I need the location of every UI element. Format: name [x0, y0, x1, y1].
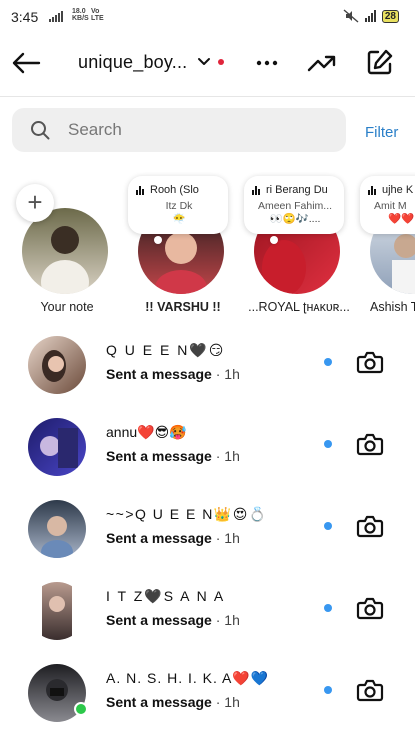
chat-status: Sent a message · 1h	[106, 612, 240, 628]
online-status-dot	[74, 702, 88, 716]
note-ashish[interactable]: ujhe K Amit M ❤️❤️ Ashish T	[360, 172, 415, 322]
note-bubble[interactable]: ri Berang Du Ameen Fahim... 👀🙄🎶....	[244, 176, 344, 234]
avatar[interactable]	[28, 582, 86, 640]
search-bar[interactable]	[12, 108, 346, 152]
avatar[interactable]	[28, 500, 86, 558]
note-emoji: ❤️❤️	[388, 213, 415, 225]
avatar[interactable]	[28, 418, 86, 476]
note-emoji: 👀🙄🎶....	[269, 213, 321, 225]
note-royal[interactable]: ri Berang Du Ameen Fahim... 👀🙄🎶.... ...R…	[244, 172, 354, 322]
chat-status: Sent a message · 1h	[106, 448, 240, 464]
camera-icon[interactable]	[356, 594, 384, 622]
cell-signal-icon	[364, 10, 376, 22]
unread-dot	[324, 440, 332, 448]
chat-row[interactable]: Q U E E N🖤😏 Sent a message · 1h	[0, 332, 415, 404]
chat-name: annu❤️😎🥵	[106, 424, 187, 440]
volte-indicator: Vo LTE	[91, 8, 104, 22]
bubble-tail	[270, 236, 278, 244]
status-bar: 3:45 18.0 KB/S Vo LTE 28	[0, 0, 415, 34]
camera-icon[interactable]	[356, 676, 384, 704]
chat-name: A. N. S. H. I. K. A❤️💙	[106, 670, 270, 686]
camera-icon[interactable]	[356, 512, 384, 540]
plus-icon: +	[27, 187, 43, 217]
note-label: Ashish T	[370, 300, 415, 314]
note-song-artist: Itz Dk	[165, 200, 193, 212]
header-divider	[0, 96, 415, 97]
note-label: !! VARSHU !!	[145, 300, 221, 314]
notes-row: Your note Rooh (Slo Itz Dk 😶‍🌫️ !! VARSH…	[0, 172, 415, 322]
note-bubble[interactable]: Rooh (Slo Itz Dk 😶‍🌫️	[128, 176, 228, 234]
bubble-tail	[154, 236, 162, 244]
search-icon	[31, 121, 50, 140]
note-bubble[interactable]: ujhe K Amit M ❤️❤️	[360, 176, 415, 234]
note-emoji: 😶‍🌫️	[172, 213, 186, 225]
chat-status: Sent a message · 1h	[106, 366, 240, 382]
chat-row[interactable]: A. N. S. H. I. K. A❤️💙 Sent a message · …	[0, 660, 415, 732]
note-song-title: ri Berang Du	[266, 184, 328, 196]
unread-dot	[324, 604, 332, 612]
trending-up-icon[interactable]	[306, 48, 338, 78]
unread-dot	[324, 686, 332, 694]
chat-row[interactable]: annu❤️😎🥵 Sent a message · 1h	[0, 414, 415, 486]
compose-icon[interactable]	[364, 46, 396, 78]
note-label: Your note	[40, 300, 94, 314]
signal-icon	[49, 10, 63, 22]
chat-row[interactable]: I T Z🖤S A N A Sent a message · 1h	[0, 578, 415, 650]
music-bars-icon	[252, 185, 260, 195]
avatar-image	[28, 336, 86, 394]
search-input[interactable]	[68, 108, 338, 152]
battery-icon: 28	[381, 9, 399, 23]
avatar-image	[28, 500, 86, 558]
music-bars-icon	[368, 185, 376, 195]
note-song-title: Rooh (Slo	[150, 184, 199, 196]
chat-status: Sent a message · 1h	[106, 530, 240, 546]
chat-status: Sent a message · 1h	[106, 694, 240, 710]
chat-row[interactable]: ~~>Q U E E N👑😍💍 Sent a message · 1h	[0, 496, 415, 568]
note-song-title: ujhe K	[382, 184, 414, 196]
add-note-button[interactable]: +	[16, 184, 54, 222]
note-song-artist: Amit M	[374, 200, 407, 212]
note-varshu[interactable]: Rooh (Slo Itz Dk 😶‍🌫️ !! VARSHU !!	[128, 172, 238, 322]
unread-dot	[324, 358, 332, 366]
camera-icon[interactable]	[356, 430, 384, 458]
unread-dot	[324, 522, 332, 530]
chat-name: I T Z🖤S A N A	[106, 588, 226, 604]
status-time: 3:45	[11, 9, 39, 25]
chevron-down-icon[interactable]	[196, 54, 212, 70]
note-label: ...ROYAL ʈʜᴀᴋᴜʀ...	[248, 300, 350, 314]
more-options-icon[interactable]	[254, 50, 280, 76]
back-arrow-icon[interactable]	[10, 50, 42, 76]
notification-dot	[218, 59, 224, 65]
music-bars-icon	[136, 185, 144, 195]
avatar-image	[28, 582, 86, 640]
avatar-image	[28, 418, 86, 476]
chat-name: ~~>Q U E E N👑😍💍	[106, 506, 268, 522]
account-username[interactable]: unique_boy...	[78, 52, 187, 73]
note-song-artist: Ameen Fahim...	[257, 200, 333, 212]
camera-icon[interactable]	[356, 348, 384, 376]
mute-icon	[343, 9, 359, 23]
filter-link[interactable]: Filter	[365, 124, 398, 141]
header: unique_boy...	[0, 40, 415, 86]
avatar[interactable]	[28, 336, 86, 394]
chat-name: Q U E E N🖤😏	[106, 342, 226, 358]
network-speed: 18.0 KB/S	[72, 8, 89, 22]
